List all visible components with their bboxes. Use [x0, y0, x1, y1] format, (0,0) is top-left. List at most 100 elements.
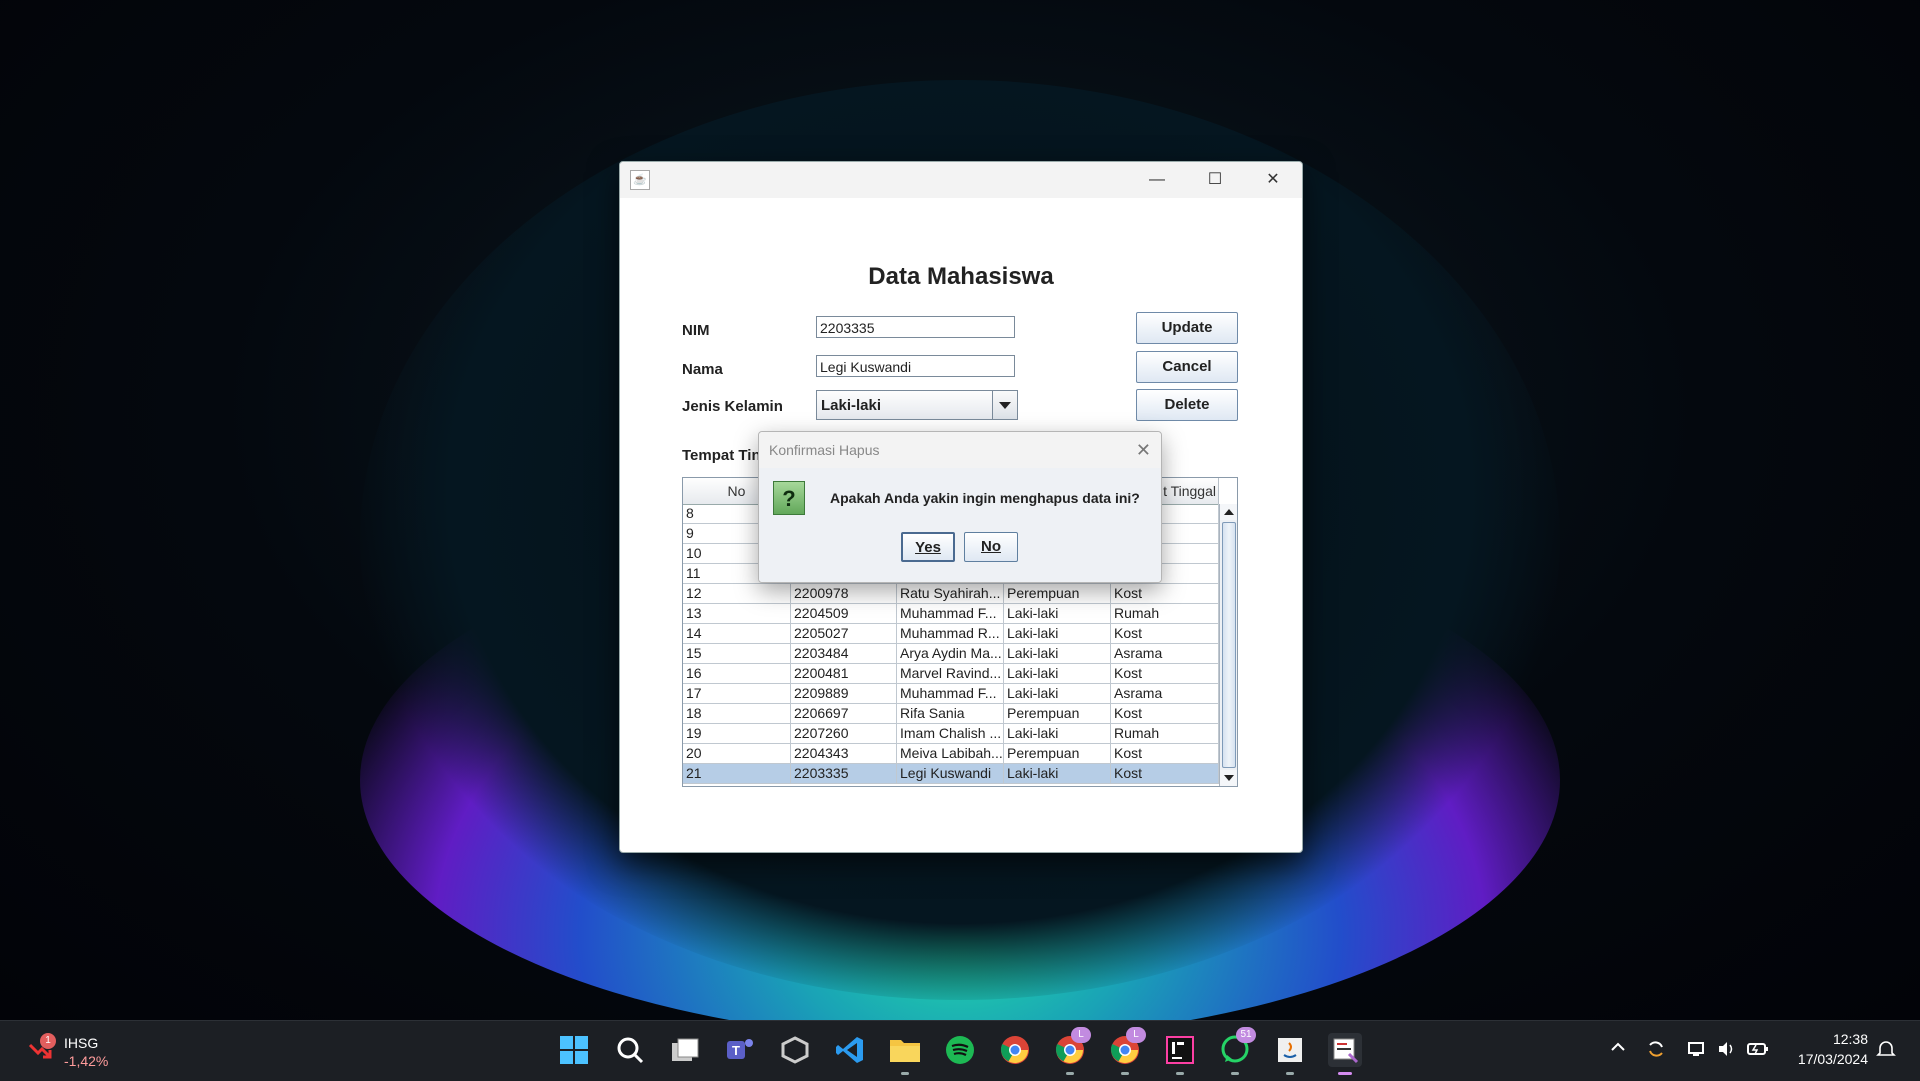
scrollbar-thumb[interactable] — [1222, 522, 1236, 768]
close-button[interactable]: ✕ — [1244, 162, 1302, 198]
chrome-profile-icon[interactable]: L — [1053, 1027, 1091, 1075]
table-row[interactable]: 21 2203335 Legi Kuswandi Laki-laki Kost — [683, 764, 1219, 784]
cell-tempat-tinggal[interactable]: Rumah — [1111, 604, 1219, 623]
clock-time[interactable]: 12:38 — [1828, 1031, 1868, 1047]
yes-button[interactable]: Yes — [901, 532, 955, 562]
cell-nim[interactable]: 2206697 — [791, 704, 897, 723]
table-row[interactable]: 20 2204343 Meiva Labibah... Perempuan Kost — [683, 744, 1219, 764]
cell-no[interactable]: 15 — [683, 644, 791, 663]
cell-no[interactable]: 12 — [683, 584, 791, 603]
file-explorer-icon[interactable] — [888, 1033, 922, 1075]
network-icon[interactable] — [1687, 1039, 1707, 1064]
cell-jenis-kelamin[interactable]: Laki-laki — [1004, 764, 1111, 783]
cell-jenis-kelamin[interactable]: Laki-laki — [1004, 664, 1111, 683]
cell-nim[interactable]: 2204343 — [791, 744, 897, 763]
table-scrollbar[interactable] — [1219, 504, 1237, 786]
stock-widget[interactable]: 1 IHSG -1,42% — [22, 1031, 142, 1071]
cell-nama[interactable]: Marvel Ravind... — [897, 664, 1004, 683]
chrome-icon[interactable] — [998, 1033, 1032, 1067]
table-row[interactable]: 15 2203484 Arya Aydin Ma... Laki-laki Asrama — [683, 644, 1219, 664]
scroll-up-icon[interactable] — [1220, 504, 1237, 520]
cell-jenis-kelamin[interactable]: Laki-laki — [1004, 604, 1111, 623]
task-view-icon[interactable] — [668, 1033, 702, 1067]
cell-tempat-tinggal[interactable]: Kost — [1111, 584, 1219, 603]
cell-tempat-tinggal[interactable]: Asrama — [1111, 684, 1219, 703]
no-button[interactable]: No — [964, 532, 1018, 562]
cell-nama[interactable]: Ratu Syahirah... — [897, 584, 1004, 603]
spotify-icon[interactable] — [943, 1033, 977, 1067]
start-icon[interactable] — [557, 1033, 591, 1067]
chevron-up-icon[interactable] — [1610, 1039, 1626, 1060]
teams-icon[interactable]: T — [723, 1033, 757, 1067]
search-icon[interactable] — [613, 1033, 647, 1067]
cell-nama[interactable]: Muhammad F... — [897, 604, 1004, 623]
notification-icon[interactable] — [1876, 1039, 1896, 1064]
cell-jenis-kelamin[interactable]: Laki-laki — [1004, 684, 1111, 703]
cell-nama[interactable]: Muhammad F... — [897, 684, 1004, 703]
cell-tempat-tinggal[interactable]: Kost — [1111, 664, 1219, 683]
table-row[interactable]: 18 2206697 Rifa Sania Perempuan Kost — [683, 704, 1219, 724]
scroll-down-icon[interactable] — [1220, 770, 1237, 786]
cell-tempat-tinggal[interactable]: Kost — [1111, 624, 1219, 643]
table-row[interactable]: 19 2207260 Imam Chalish ... Laki-laki Rumah — [683, 724, 1219, 744]
intellij-icon[interactable] — [1163, 1033, 1197, 1075]
cell-nim[interactable]: 2203484 — [791, 644, 897, 663]
cell-no[interactable]: 21 — [683, 764, 791, 783]
cell-no[interactable]: 19 — [683, 724, 791, 743]
table-row[interactable]: 14 2205027 Muhammad R... Laki-laki Kost — [683, 624, 1219, 644]
battery-icon[interactable] — [1747, 1039, 1769, 1064]
cell-tempat-tinggal[interactable]: Kost — [1111, 704, 1219, 723]
update-button[interactable]: Update — [1136, 312, 1238, 344]
table-row[interactable]: 17 2209889 Muhammad F... Laki-laki Asrama — [683, 684, 1219, 704]
clock-date[interactable]: 17/03/2024 — [1784, 1051, 1868, 1067]
cell-nama[interactable]: Legi Kuswandi — [897, 764, 1004, 783]
cell-no[interactable]: 16 — [683, 664, 791, 683]
nama-field[interactable]: Legi Kuswandi — [816, 355, 1015, 377]
delete-button[interactable]: Delete — [1136, 389, 1238, 421]
whatsapp-icon[interactable]: 51 — [1218, 1027, 1256, 1075]
cell-jenis-kelamin[interactable]: Perempuan — [1004, 744, 1111, 763]
cell-no[interactable]: 20 — [683, 744, 791, 763]
cell-nim[interactable]: 2200978 — [791, 584, 897, 603]
cell-jenis-kelamin[interactable]: Laki-laki — [1004, 644, 1111, 663]
cell-tempat-tinggal[interactable]: Kost — [1111, 764, 1219, 783]
cell-tempat-tinggal[interactable]: Rumah — [1111, 724, 1219, 743]
vscode-icon[interactable] — [833, 1033, 867, 1067]
maximize-button[interactable]: ☐ — [1186, 162, 1244, 198]
cell-no[interactable]: 17 — [683, 684, 791, 703]
cell-nama[interactable]: Arya Aydin Ma... — [897, 644, 1004, 663]
cell-tempat-tinggal[interactable]: Asrama — [1111, 644, 1219, 663]
cell-tempat-tinggal[interactable]: Kost — [1111, 744, 1219, 763]
java-app-active-icon[interactable] — [1328, 1033, 1362, 1075]
cell-nim[interactable]: 2200481 — [791, 664, 897, 683]
unity-icon[interactable] — [778, 1033, 812, 1067]
cell-jenis-kelamin[interactable]: Laki-laki — [1004, 724, 1111, 743]
cell-nama[interactable]: Imam Chalish ... — [897, 724, 1004, 743]
cell-no[interactable]: 14 — [683, 624, 791, 643]
jenis-kelamin-select[interactable]: Laki-laki — [816, 390, 1018, 420]
table-row[interactable]: 16 2200481 Marvel Ravind... Laki-laki Kost — [683, 664, 1219, 684]
cell-nim[interactable]: 2205027 — [791, 624, 897, 643]
cancel-button[interactable]: Cancel — [1136, 351, 1238, 383]
dropdown-arrow-icon[interactable] — [992, 391, 1017, 419]
nim-field[interactable]: 2203335 — [816, 316, 1015, 338]
dialog-close-icon[interactable]: ✕ — [1136, 440, 1151, 461]
table-row[interactable]: 12 2200978 Ratu Syahirah... Perempuan Kost — [683, 584, 1219, 604]
cell-nim[interactable]: 2209889 — [791, 684, 897, 703]
table-row[interactable]: 13 2204509 Muhammad F... Laki-laki Rumah — [683, 604, 1219, 624]
cell-jenis-kelamin[interactable]: Perempuan — [1004, 584, 1111, 603]
cell-nama[interactable]: Rifa Sania — [897, 704, 1004, 723]
minimize-button[interactable]: — — [1128, 162, 1186, 198]
volume-icon[interactable] — [1717, 1039, 1737, 1064]
cell-nama[interactable]: Muhammad R... — [897, 624, 1004, 643]
cell-nim[interactable]: 2204509 — [791, 604, 897, 623]
cell-no[interactable]: 18 — [683, 704, 791, 723]
cell-nim[interactable]: 2207260 — [791, 724, 897, 743]
cell-jenis-kelamin[interactable]: Laki-laki — [1004, 624, 1111, 643]
cell-jenis-kelamin[interactable]: Perempuan — [1004, 704, 1111, 723]
chrome-profile-icon-2[interactable]: L — [1108, 1027, 1146, 1075]
cell-nama[interactable]: Meiva Labibah... — [897, 744, 1004, 763]
sync-icon[interactable] — [1646, 1039, 1666, 1064]
cell-no[interactable]: 13 — [683, 604, 791, 623]
cell-nim[interactable]: 2203335 — [791, 764, 897, 783]
